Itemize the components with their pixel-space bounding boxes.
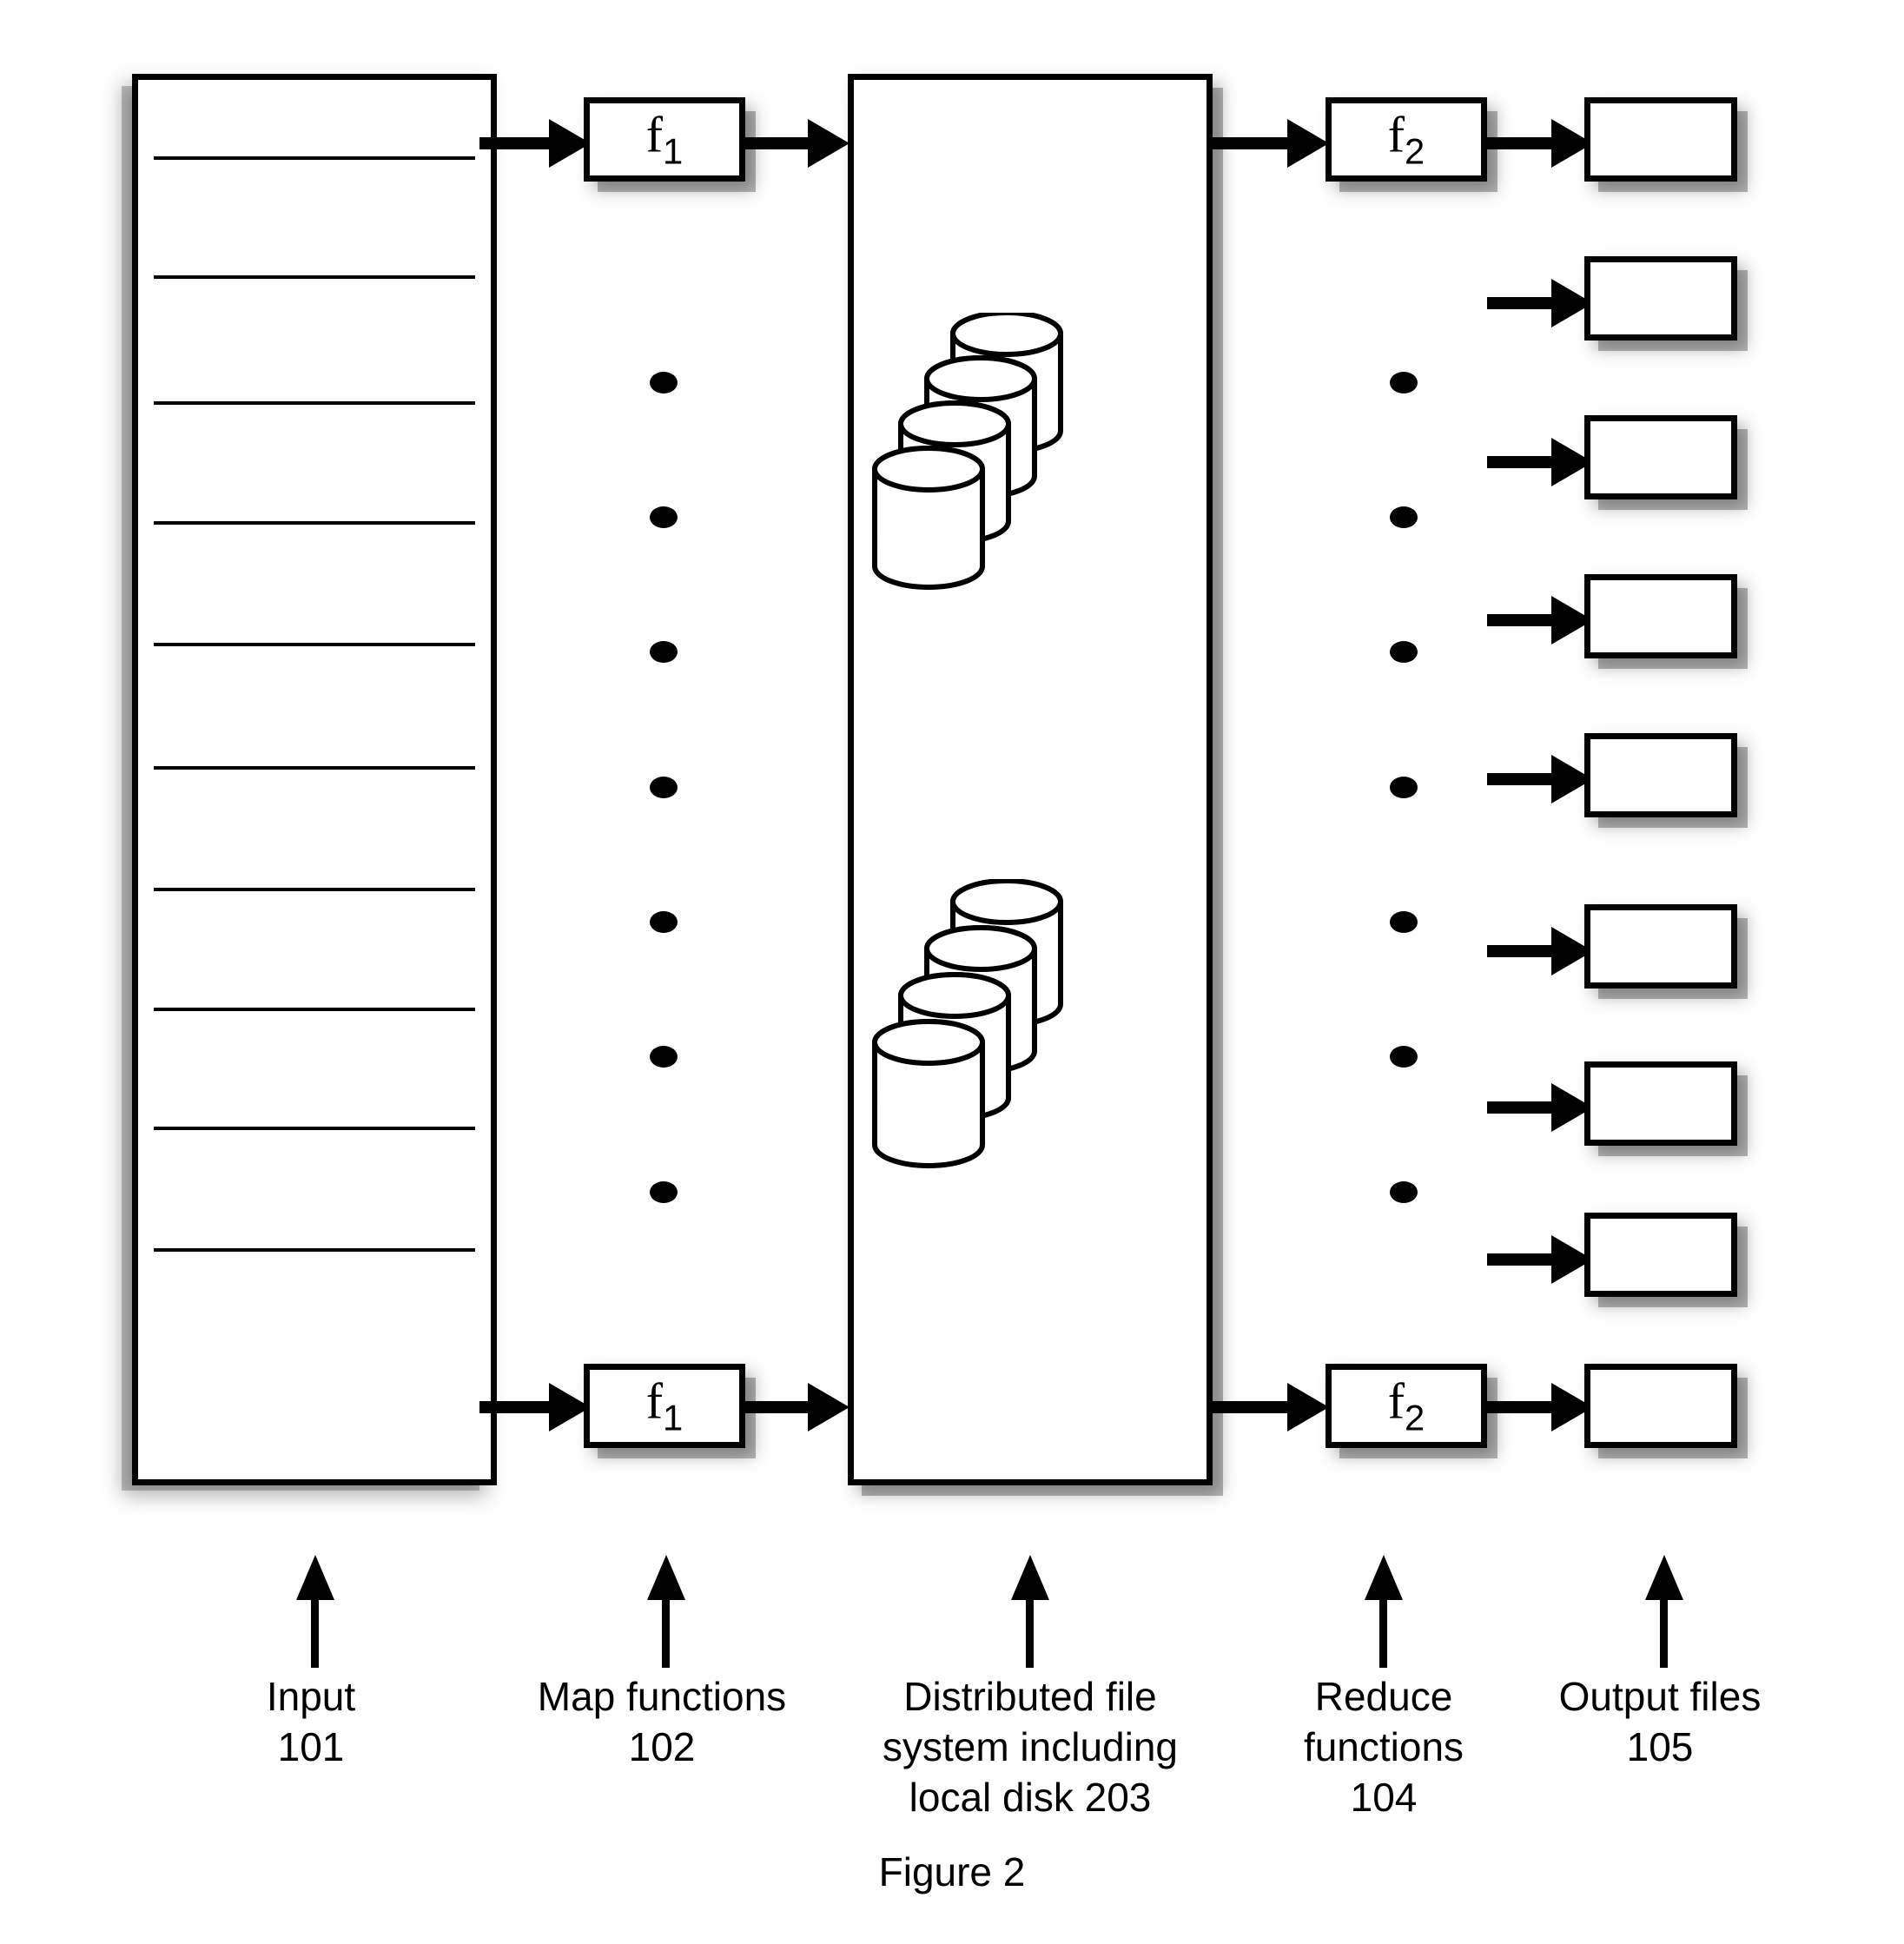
figure-canvas: f1 f1 f2 f2 Input 101 Map functions 102 …: [0, 0, 1904, 1944]
caption-input: Input 101: [266, 1674, 356, 1769]
callout-arrow-input: [295, 1555, 334, 1668]
arrow-to-output-file: [1487, 279, 1593, 327]
input-divider-line: [154, 1008, 475, 1011]
figure-title: Figure 2: [878, 1849, 1026, 1894]
reduce-function-top-label: f2: [1387, 106, 1425, 172]
arrow-to-output-file: [1487, 438, 1593, 486]
output-file-box: [1584, 256, 1737, 341]
disk-top-ellipse: [924, 925, 1037, 972]
output-file-box: [1584, 904, 1737, 989]
caption-output-files: Output files 105: [1558, 1674, 1762, 1769]
callout-arrow-reduce-functions: [1364, 1555, 1403, 1668]
arrow-input-to-map-top: [479, 119, 591, 168]
reduce-function-bottom-label: f2: [1387, 1372, 1425, 1438]
arrow-map-to-dfs-bottom: [745, 1383, 850, 1432]
input-divider-line: [154, 275, 475, 279]
arrow-to-output-file: [1487, 596, 1593, 645]
map-function-box-bottom: f1: [584, 1364, 745, 1448]
input-divider-line: [154, 156, 475, 160]
arrow-map-to-dfs-top: [745, 119, 850, 168]
disk-top-ellipse: [898, 400, 1011, 447]
disk-top-ellipse: [872, 446, 985, 493]
callout-arrow-map-functions: [646, 1555, 685, 1668]
arrow-to-output-file: [1487, 755, 1593, 803]
arrow-to-output-file: [1487, 1083, 1593, 1132]
reduce-ellipsis-dot: [1390, 911, 1418, 933]
output-file-box: [1584, 97, 1737, 182]
map-ellipsis-dot: [650, 641, 678, 663]
disk-stack-lower: [866, 879, 1101, 1174]
reduce-ellipsis-dot: [1390, 1046, 1418, 1068]
input-divider-line: [154, 1127, 475, 1130]
reduce-ellipsis-dot: [1390, 1181, 1418, 1203]
reduce-ellipsis-dot: [1390, 372, 1418, 393]
arrow-to-output-file: [1487, 119, 1593, 168]
reduce-ellipsis-dot: [1390, 506, 1418, 528]
input-divider-line: [154, 401, 475, 405]
map-function-top-label: f1: [645, 106, 684, 172]
input-block: [132, 74, 497, 1485]
map-ellipsis-dot: [650, 506, 678, 528]
reduce-function-box-bottom: f2: [1326, 1364, 1487, 1448]
input-divider-line: [154, 521, 475, 525]
distributed-file-system-block: [848, 74, 1213, 1485]
output-file-box: [1584, 1364, 1737, 1448]
output-file-box: [1584, 1061, 1737, 1146]
caption-map-functions: Map functions 102: [537, 1674, 787, 1769]
disk-top-ellipse: [950, 879, 1063, 925]
disk-stack-upper: [866, 313, 1101, 599]
input-divider-line: [154, 643, 475, 646]
disk-top-ellipse: [898, 972, 1011, 1019]
arrow-dfs-to-reduce-bottom: [1213, 1383, 1329, 1432]
map-function-box-top: f1: [584, 97, 745, 182]
callout-arrow-output-files: [1644, 1555, 1683, 1668]
arrow-to-output-file: [1487, 1383, 1593, 1432]
map-ellipsis-dot: [650, 777, 678, 798]
map-ellipsis-dot: [650, 1046, 678, 1068]
reduce-ellipsis-dot: [1390, 777, 1418, 798]
map-function-bottom-label: f1: [645, 1372, 684, 1438]
output-file-box: [1584, 733, 1737, 817]
input-divider-line: [154, 888, 475, 891]
output-file-box: [1584, 415, 1737, 499]
reduce-ellipsis-dot: [1390, 641, 1418, 663]
output-file-box: [1584, 1213, 1737, 1297]
map-ellipsis-dot: [650, 372, 678, 393]
arrow-dfs-to-reduce-top: [1213, 119, 1329, 168]
disk-top-ellipse: [924, 355, 1037, 402]
disk-top-ellipse: [950, 313, 1063, 357]
map-ellipsis-dot: [650, 1181, 678, 1203]
arrow-input-to-map-bottom: [479, 1383, 591, 1432]
callout-arrow-distributed-file-system: [1010, 1555, 1049, 1668]
input-divider-line: [154, 1248, 475, 1252]
output-file-box: [1584, 574, 1737, 658]
caption-distributed-file-system: Distributed file system including local …: [882, 1674, 1179, 1820]
disk-top-ellipse: [872, 1019, 985, 1066]
arrow-to-output-file: [1487, 927, 1593, 975]
arrow-to-output-file: [1487, 1235, 1593, 1284]
input-divider-line: [154, 766, 475, 770]
reduce-function-box-top: f2: [1326, 97, 1487, 182]
map-ellipsis-dot: [650, 911, 678, 933]
caption-reduce-functions: Reduce functions 104: [1303, 1674, 1464, 1820]
